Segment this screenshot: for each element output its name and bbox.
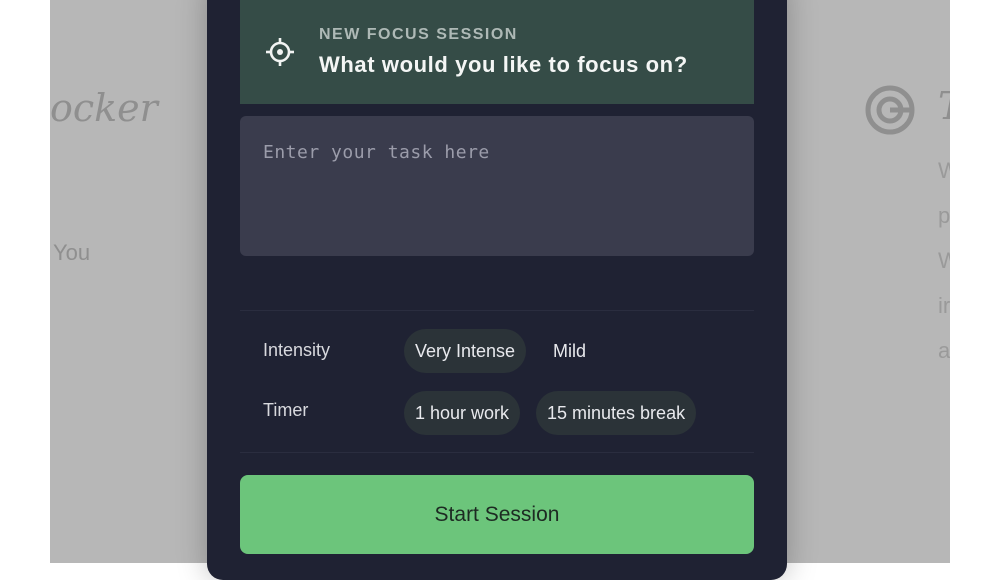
- background-title-left: ocker: [50, 86, 158, 130]
- divider: [240, 452, 754, 453]
- start-session-button[interactable]: Start Session: [240, 475, 754, 554]
- background-text-line: ir: [938, 293, 950, 318]
- modal-header: NEW FOCUS SESSION What would you like to…: [240, 0, 754, 104]
- intensity-option-very-intense[interactable]: Very Intense: [404, 329, 527, 373]
- pie-chart-icon: [865, 85, 915, 135]
- timer-label: Timer: [263, 400, 309, 420]
- background-text-line: a: [938, 338, 950, 363]
- background-text-line: W: [938, 158, 950, 183]
- divider: [240, 310, 754, 311]
- intensity-label: Intensity: [263, 340, 331, 360]
- intensity-option-mild[interactable]: Mild: [542, 329, 597, 373]
- background-text-left: You: [53, 240, 91, 265]
- timer-option-work[interactable]: 1 hour work: [404, 391, 521, 435]
- header-kicker: NEW FOCUS SESSION: [319, 26, 518, 43]
- background-text-line: W: [938, 248, 950, 273]
- background-text-line: p: [938, 203, 950, 228]
- background-title-right: T: [938, 84, 950, 128]
- header-question: What would you like to focus on?: [319, 52, 688, 77]
- timer-option-break[interactable]: 15 minutes break: [536, 391, 697, 435]
- task-input[interactable]: [240, 116, 754, 256]
- background-text-right: W p W ir a: [938, 148, 950, 373]
- target-icon: [266, 38, 294, 66]
